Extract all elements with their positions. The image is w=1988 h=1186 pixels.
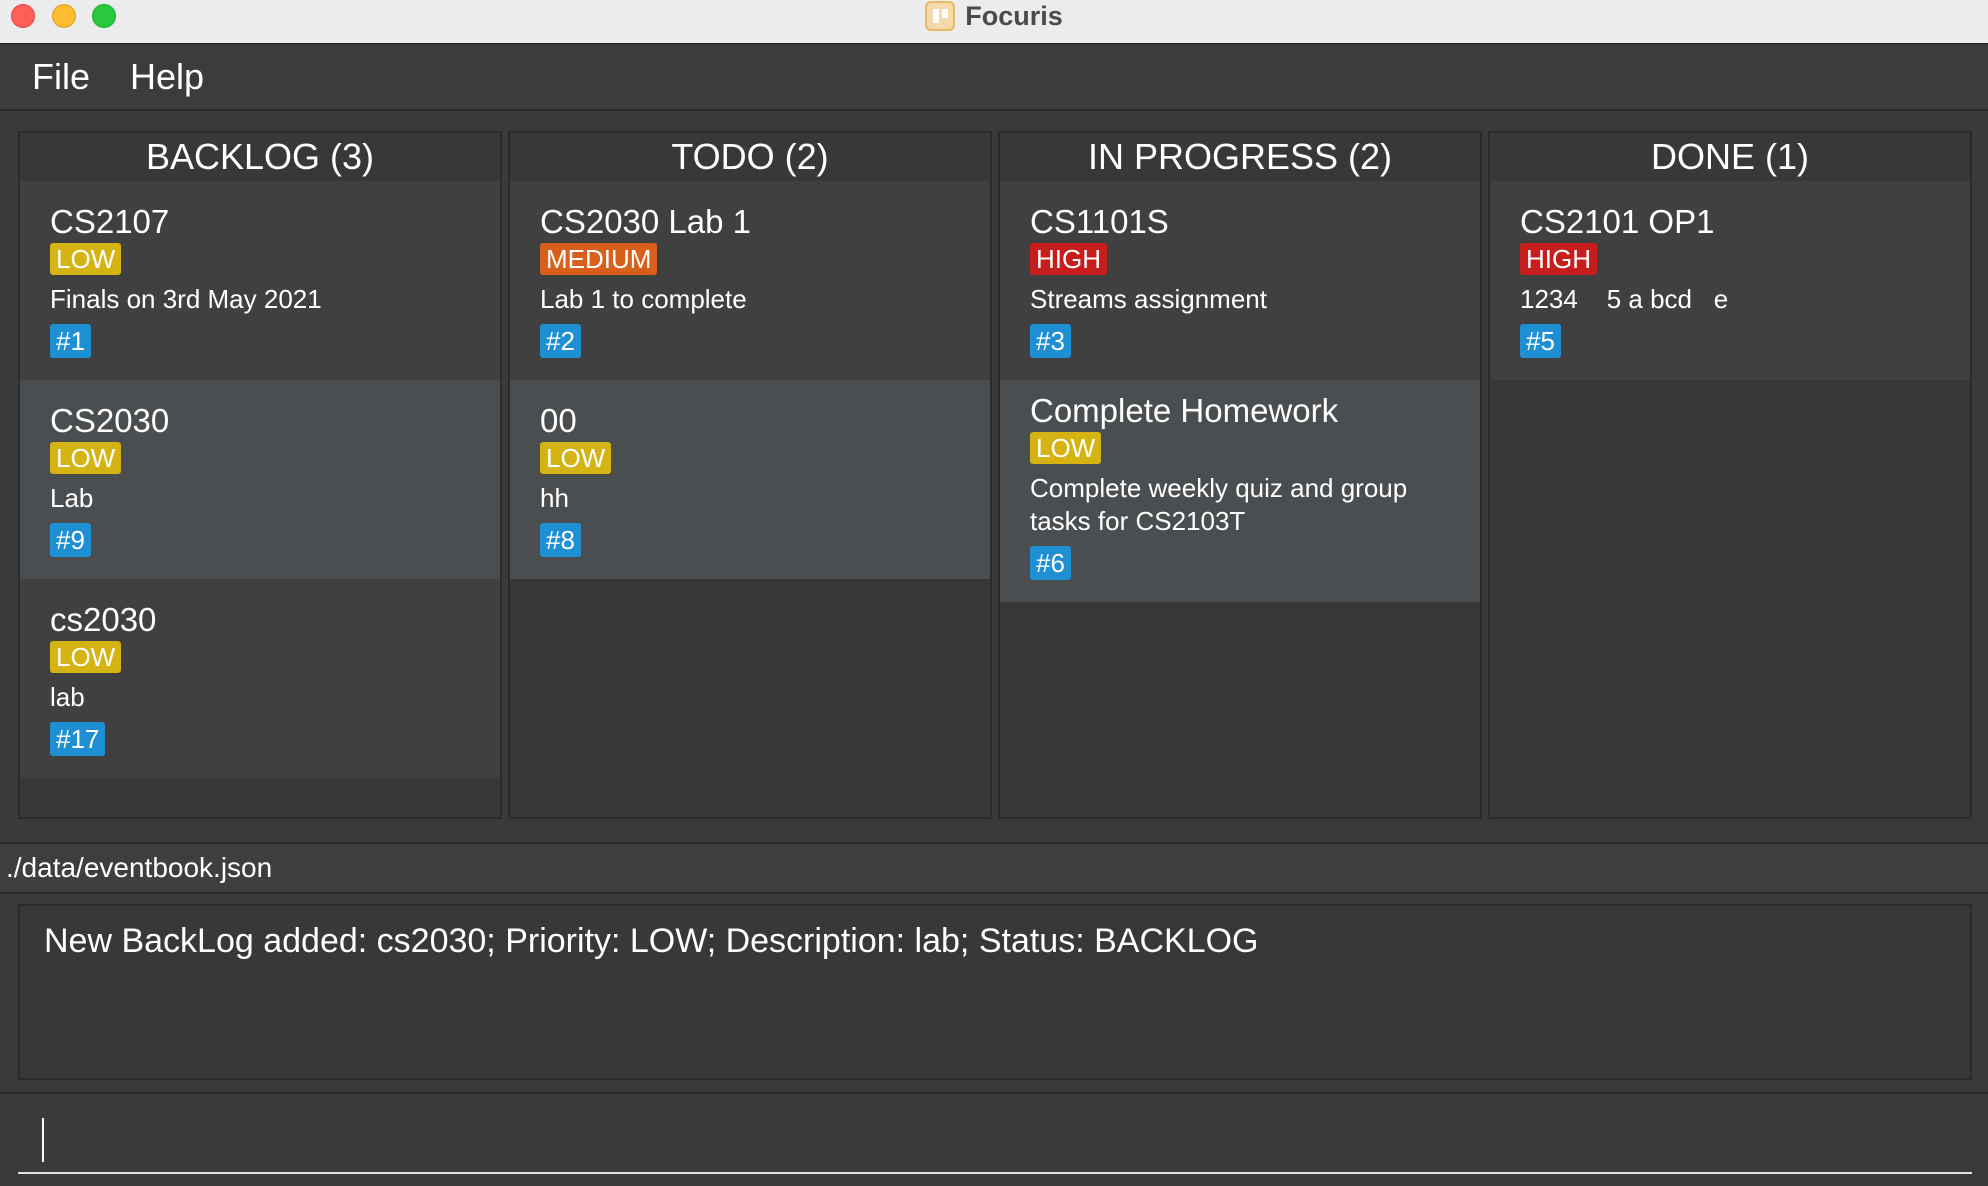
event-card[interactable]: CS2107 LOW Finals on 3rd May 2021 #1 (20, 181, 500, 380)
title-bar: Focuris (0, 0, 1988, 44)
event-title: 00 (540, 402, 577, 439)
event-description: Lab (50, 483, 94, 513)
column-header: TODO (2) (510, 133, 990, 181)
command-box (0, 1092, 1988, 1186)
event-title: CS2030 Lab 1 (540, 203, 752, 240)
event-card[interactable]: CS2030 Lab 1 MEDIUM Lab 1 to complete #2 (510, 181, 990, 380)
priority-badge: LOW (50, 641, 122, 673)
event-card[interactable]: 00 LOW hh #8 (510, 380, 990, 579)
column-todo: TODO (2) CS2030 Lab 1 MEDIUM Lab 1 to co… (508, 131, 992, 819)
event-id-tag: #8 (540, 523, 581, 557)
text-caret (42, 1118, 44, 1162)
event-id-tag: #17 (50, 722, 106, 756)
menu-help[interactable]: Help (130, 56, 204, 98)
kanban-board: BACKLOG (3) CS2107 LOW Finals on 3rd May… (18, 131, 1972, 819)
event-description: 1234 5 a bcd e (1520, 284, 1729, 314)
event-title: CS2107 (50, 203, 170, 240)
event-description: Lab 1 to complete (540, 284, 747, 314)
event-id-tag: #5 (1520, 324, 1561, 358)
event-id-tag: #1 (50, 324, 91, 358)
event-description: Streams assignment (1030, 284, 1267, 314)
column-backlog: BACKLOG (3) CS2107 LOW Finals on 3rd May… (18, 131, 502, 819)
event-id-tag: #9 (50, 523, 91, 557)
column-header: DONE (1) (1490, 133, 1970, 181)
event-card[interactable]: CS1101S HIGH Streams assignment #3 (1000, 181, 1480, 380)
column-in-progress: IN PROGRESS (2) CS1101S HIGH Streams ass… (998, 131, 1482, 819)
app-icon (925, 1, 956, 31)
command-input[interactable] (18, 1108, 1972, 1174)
priority-badge: LOW (50, 442, 122, 474)
priority-badge: HIGH (1520, 243, 1597, 275)
event-id-tag: #6 (1030, 546, 1071, 580)
menu-bar: File Help (0, 45, 1988, 111)
window-title-group: Focuris (0, 0, 1988, 32)
result-message: New BackLog added: cs2030; Priority: LOW… (44, 922, 1259, 960)
status-bar: ./data/eventbook.json (0, 842, 1988, 894)
priority-badge: LOW (540, 442, 612, 474)
event-description: Finals on 3rd May 2021 (50, 284, 322, 314)
event-id-tag: #2 (540, 324, 581, 358)
event-card[interactable]: CS2101 OP1 HIGH 1234 5 a bcd e #5 (1490, 181, 1970, 380)
menu-file[interactable]: File (32, 56, 90, 98)
event-card[interactable]: cs2030 LOW lab #17 (20, 579, 500, 778)
column-done: DONE (1) CS2101 OP1 HIGH 1234 5 a bcd e … (1488, 131, 1972, 819)
priority-badge: HIGH (1030, 243, 1107, 275)
event-title: Complete Homework (1030, 392, 1339, 429)
event-id-tag: #3 (1030, 324, 1071, 358)
event-title: CS2101 OP1 (1520, 203, 1715, 240)
data-file-path: ./data/eventbook.json (6, 852, 273, 883)
event-description: Complete weekly quiz and group tasks for… (1030, 473, 1415, 536)
column-header: BACKLOG (3) (20, 133, 500, 181)
event-title: cs2030 (50, 601, 157, 638)
priority-badge: MEDIUM (540, 243, 658, 275)
event-card[interactable]: Complete Homework LOW Complete weekly qu… (1000, 380, 1480, 602)
event-card[interactable]: CS2030 LOW Lab #9 (20, 380, 500, 579)
column-header: IN PROGRESS (2) (1000, 133, 1480, 181)
event-description: lab (50, 682, 85, 712)
event-title: CS2030 (50, 402, 170, 439)
window-title: Focuris (965, 0, 1063, 31)
priority-badge: LOW (1030, 432, 1102, 464)
event-description: hh (540, 483, 569, 513)
priority-badge: LOW (50, 243, 122, 275)
event-title: CS1101S (1030, 203, 1169, 240)
result-display: New BackLog added: cs2030; Priority: LOW… (18, 904, 1972, 1080)
